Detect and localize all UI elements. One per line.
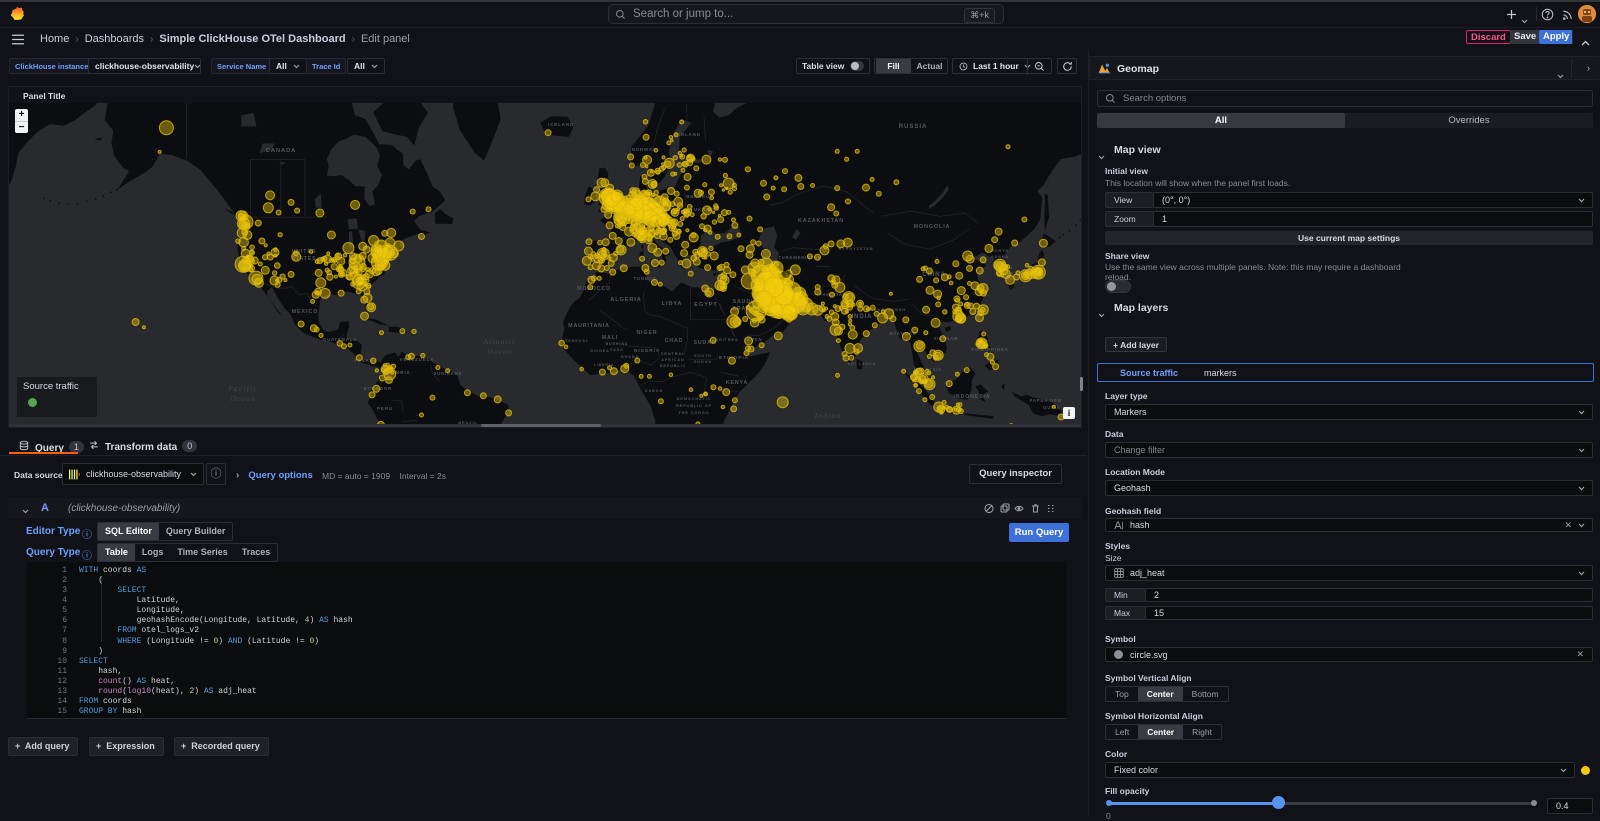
svg-text:FINLAND: FINLAND — [675, 132, 701, 137]
svg-text:MALI: MALI — [602, 335, 618, 341]
svg-text:CENTRAL: CENTRAL — [661, 352, 685, 356]
svg-text:ICELAND: ICELAND — [548, 122, 574, 127]
svg-text:VENEZUELA: VENEZUELA — [400, 357, 435, 362]
svg-text:EGYPT: EGYPT — [694, 302, 717, 308]
svg-text:CHAD: CHAD — [665, 338, 684, 344]
svg-text:PHILIPPINES: PHILIPPINES — [971, 347, 1008, 352]
svg-text:FASO: FASO — [610, 348, 623, 352]
svg-text:MAURITANIA: MAURITANIA — [568, 323, 609, 329]
svg-text:KENYA: KENYA — [726, 380, 748, 386]
svg-text:GABON: GABON — [645, 389, 664, 393]
svg-text:KYRGYZSTAN: KYRGYZSTAN — [839, 247, 874, 251]
svg-text:SRI LANKA: SRI LANKA — [848, 362, 877, 366]
svg-text:LIBYA: LIBYA — [662, 301, 683, 307]
svg-text:REPUBLIC OF: REPUBLIC OF — [676, 404, 712, 408]
svg-text:KOREA: KOREA — [991, 255, 1009, 259]
svg-text:Atlantic: Atlantic — [482, 337, 516, 346]
svg-text:PAPUA NEW: PAPUA NEW — [1030, 398, 1063, 403]
svg-text:KAZAKHSTAN: KAZAKHSTAN — [798, 218, 844, 224]
svg-text:SUDAN: SUDAN — [694, 360, 712, 364]
svg-text:MEXICO: MEXICO — [292, 309, 319, 315]
svg-text:Indian: Indian — [814, 411, 842, 420]
svg-text:NIGER: NIGER — [637, 330, 658, 336]
svg-text:THE CONGO: THE CONGO — [678, 411, 709, 415]
svg-text:NORTH: NORTH — [991, 249, 1009, 253]
svg-text:PERU: PERU — [377, 406, 393, 411]
svg-text:REPUBLIC: REPUBLIC — [660, 364, 687, 368]
svg-text:AFRICAN: AFRICAN — [661, 358, 684, 362]
svg-text:SENEGAL: SENEGAL — [565, 339, 589, 343]
svg-text:CANADA: CANADA — [266, 148, 297, 154]
svg-text:SOUTH: SOUTH — [694, 354, 712, 358]
svg-text:RUSSIA: RUSSIA — [899, 123, 928, 130]
svg-text:INDIA: INDIA — [852, 314, 873, 320]
svg-text:DEMOCRATIC: DEMOCRATIC — [677, 397, 711, 401]
svg-text:INDONESIA: INDONESIA — [954, 394, 991, 400]
svg-text:NIGERIA: NIGERIA — [634, 348, 660, 354]
svg-text:MOROCCO: MOROCCO — [577, 286, 611, 292]
svg-text:Ocean: Ocean — [487, 347, 513, 356]
svg-text:ALGERIA: ALGERIA — [610, 297, 641, 303]
svg-text:Pacific: Pacific — [227, 384, 258, 393]
svg-text:MONGOLIA: MONGOLIA — [914, 224, 951, 230]
svg-text:BURKINA: BURKINA — [606, 342, 629, 346]
svg-text:GUINEA: GUINEA — [590, 349, 609, 353]
svg-text:NORWAY: NORWAY — [632, 147, 657, 152]
svg-text:ERITREA: ERITREA — [716, 338, 739, 342]
svg-text:Ocean: Ocean — [230, 394, 256, 403]
